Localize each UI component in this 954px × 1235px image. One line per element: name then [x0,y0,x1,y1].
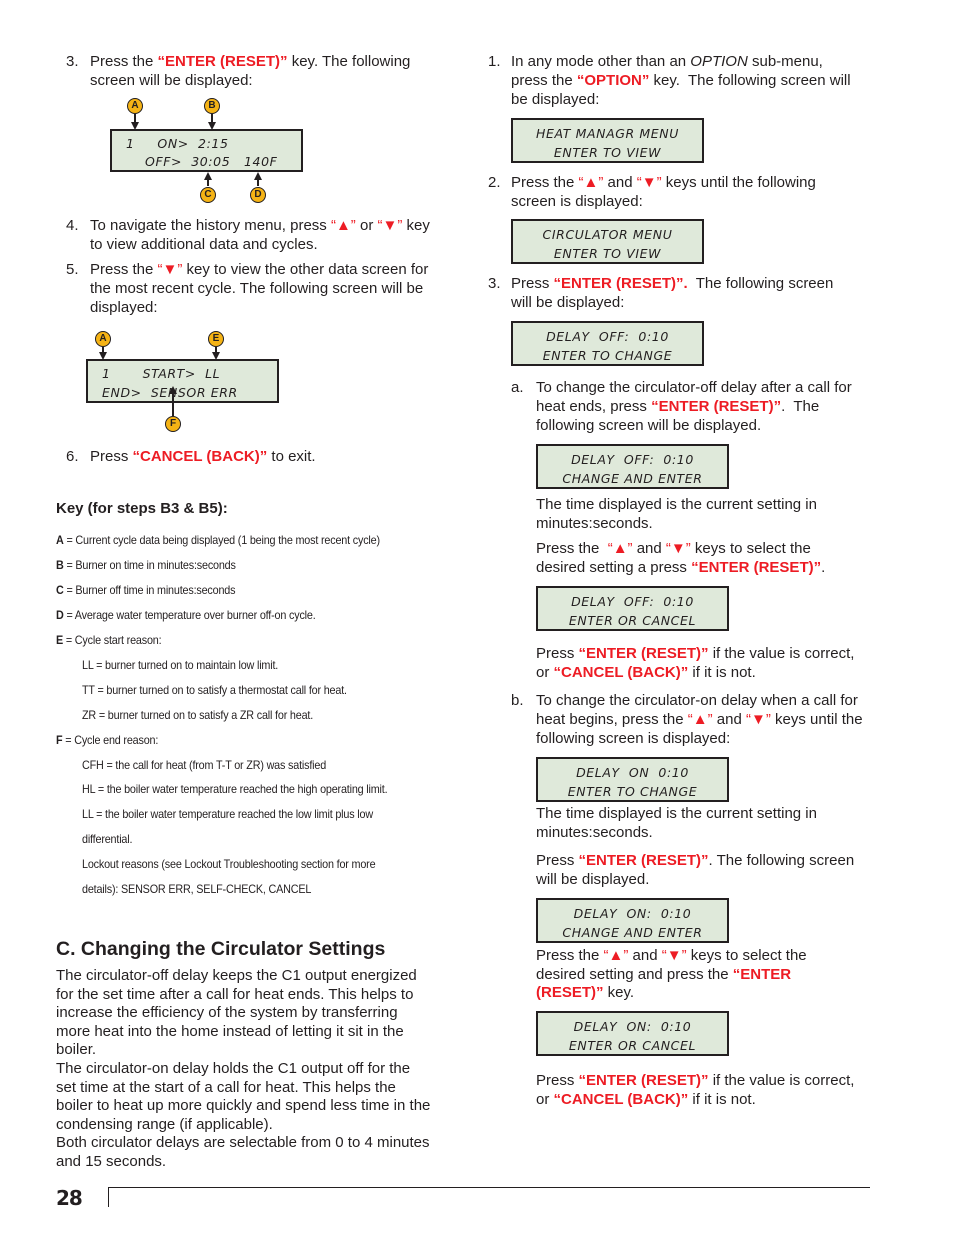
sub-b-time-note: The time displayed is the current settin… [536,805,817,841]
lcd-delay-off-enter-or-cancel: DELAY OFF: 0:10 ENTER OR CANCEL [536,586,729,631]
callout-f: F [165,416,181,432]
start-reason-tt: TT = burner turned on to satisfy a therm… [82,683,347,697]
lcd-delay-on-enter-or-cancel: DELAY ON: 0:10 ENTER OR CANCEL [536,1011,729,1056]
lockout-reasons-cont: details): SENSOR ERR, SELF-CHECK, CANCEL [82,882,312,896]
lcd-delay-on-change-and-enter: DELAY ON: 0:10 CHANGE AND ENTER [536,898,729,943]
end-reason-ll-cont: differential. [82,832,133,846]
callout-c: C [200,187,216,203]
cancel-back-key: “CANCEL (BACK)” [553,1090,689,1108]
enter-reset-key: “ENTER (RESET)”. [553,275,688,292]
callout-b: B [204,98,220,114]
enter-reset-key: “ENTER (RESET)” [157,53,288,70]
key-section-title: Key (for steps B3 & B5): [56,500,228,517]
down-key-icon: “▼” [636,174,662,191]
section-c-heading: C. Changing the Circulator Settings [56,938,386,960]
key-entry-b: B = Burner on time in minutes:seconds [56,558,236,572]
key-entry-c: C = Burner off time in minutes:seconds [56,583,236,597]
sub-b-confirm-instructions: Press “ENTER (RESET)” if the value is co… [536,1072,855,1108]
down-key-icon: “▼” [661,947,687,964]
history-screen-1-diagram: A B 1 ON> 2:15 OFF> 30:05 140F C D [100,95,320,210]
enter-reset-key: “ENTER (RESET)” [578,645,709,662]
sub-b-enter-instructions: Press “ENTER (RESET)”. The following scr… [536,852,855,888]
lcd-history-screen-2: 1 START> LL END> SENSOR ERR [86,359,279,403]
up-key-icon: “▲” [603,947,629,964]
history-screen-2-diagram: A E 1 START> LL END> SENSOR ERR F [80,325,300,435]
up-key-icon: “▲” [330,217,356,234]
callout-d: D [250,187,266,203]
down-key-icon: “▼” [157,261,183,278]
lcd-circulator-menu: CIRCULATOR MENU ENTER TO VIEW [511,219,704,264]
end-reason-ll: LL = the boiler water temperature reache… [82,807,373,821]
up-key-icon: “▲” [687,711,713,728]
key-entry-d: D = Average water temperature over burne… [56,608,316,622]
down-key-icon: “▼” [665,540,691,557]
lcd-history-screen-1: 1 ON> 2:15 OFF> 30:05 140F [110,129,303,172]
start-reason-zr: ZR = burner turned on to satisfy a ZR ca… [82,708,314,722]
lcd-delay-on-enter-to-change: DELAY ON 0:10 ENTER TO CHANGE [536,757,729,802]
cancel-back-key: “CANCEL (BACK)” [553,663,689,681]
page-number: 28 [56,1186,83,1210]
callout-a: A [95,331,111,347]
key-entry-a: A = Current cycle data being displayed (… [56,533,380,547]
cancel-back-key: “CANCEL (BACK)” [132,448,268,465]
key-entry-e: E = Cycle start reason: [56,633,162,647]
enter-reset-key: “ENTER [732,965,792,983]
up-key-icon: “▲” [578,174,604,191]
sub-a-confirm-instructions: Press “ENTER (RESET)” if the value is co… [536,645,855,681]
lcd-delay-off-enter-to-change: DELAY OFF: 0:10 ENTER TO CHANGE [511,321,704,366]
lockout-reasons: Lockout reasons (see Lockout Troubleshoo… [82,857,376,871]
start-reason-ll: LL = burner turned on to maintain low li… [82,658,279,672]
option-key: “OPTION” [576,72,650,89]
callout-e: E [208,331,224,347]
section-c-paragraph: The circulator-off delay keeps the C1 ou… [56,967,431,1170]
lcd-delay-off-change-and-enter: DELAY OFF: 0:10 CHANGE AND ENTER [536,444,729,489]
up-key-icon: “▲” [607,540,633,557]
footer-rule-tick [108,1187,109,1207]
sub-a-select-instructions: Press the “▲” and “▼” keys to select the… [536,540,826,576]
down-key-icon: “▼” [377,217,403,234]
enter-reset-key: “ENTER (RESET)” [651,398,782,415]
enter-reset-key: “ENTER (RESET)” [578,852,709,869]
step-number: 3. [66,53,79,70]
sub-a-time-note: The time displayed is the current settin… [536,496,817,532]
enter-reset-key: “ENTER (RESET)” [578,1072,709,1089]
enter-reset-key: “ENTER (RESET)” [691,558,822,576]
sub-b-select-instructions: Press the “▲” and “▼” keys to select the… [536,947,807,1002]
footer-rule [108,1187,870,1188]
callout-a: A [127,98,143,114]
end-reason-cfh: CFH = the call for heat (from T-T or ZR)… [82,758,327,772]
lcd-heat-manager-menu: HEAT MANAGR MENU ENTER TO VIEW [511,118,704,163]
end-reason-hl: HL = the boiler water temperature reache… [82,782,388,796]
key-entry-f: F = Cycle end reason: [56,733,159,747]
down-key-icon: “▼” [745,711,771,728]
